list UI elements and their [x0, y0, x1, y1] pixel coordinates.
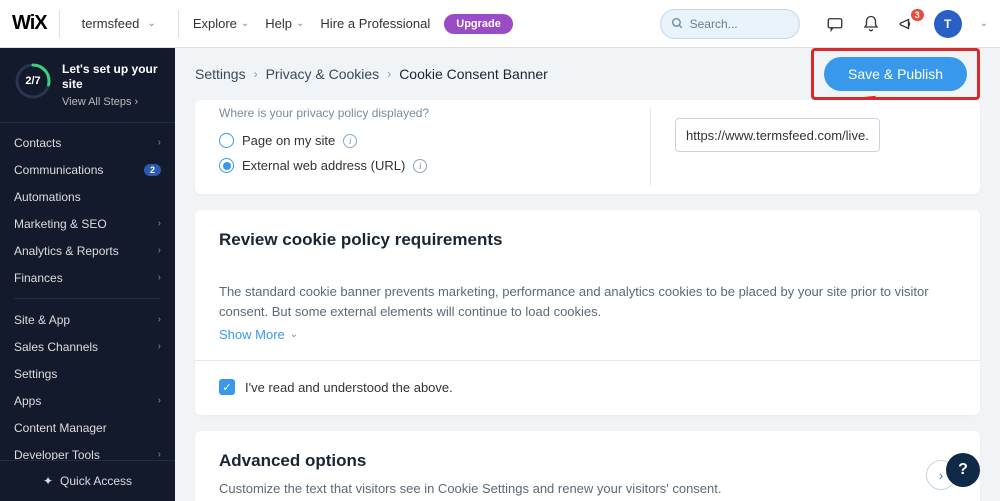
- separator: [14, 298, 161, 299]
- chevron-down-icon: ⌄: [980, 18, 988, 29]
- chevron-right-icon: ›: [158, 245, 161, 256]
- bell-icon[interactable]: [862, 15, 880, 33]
- confirm-checkbox-row[interactable]: ✓ I've read and understood the above.: [219, 379, 956, 395]
- info-icon[interactable]: i: [343, 134, 357, 148]
- privacy-policy-card: Where is your privacy policy displayed? …: [195, 100, 980, 194]
- search-input[interactable]: Search...: [660, 9, 800, 39]
- sidebar-item-settings[interactable]: Settings: [0, 360, 175, 387]
- card-text: The standard cookie banner prevents mark…: [219, 282, 956, 321]
- chevron-right-icon: ›: [387, 67, 391, 81]
- help-link[interactable]: Help⌄: [263, 10, 306, 37]
- sidebar-item-contacts[interactable]: Contacts›: [0, 129, 175, 156]
- chevron-right-icon: ›: [158, 218, 161, 229]
- progress-text: 2/7: [14, 62, 52, 100]
- sidebar-item-content-manager[interactable]: Content Manager: [0, 414, 175, 441]
- hire-link[interactable]: Hire a Professional: [318, 10, 432, 37]
- breadcrumb-privacy[interactable]: Privacy & Cookies: [266, 66, 380, 82]
- breadcrumb-current: Cookie Consent Banner: [399, 66, 548, 82]
- main: Settings › Privacy & Cookies › Cookie Co…: [175, 48, 1000, 501]
- save-publish-button[interactable]: Save & Publish: [824, 57, 967, 91]
- card-text: Customize the text that visitors see in …: [219, 479, 722, 499]
- chevron-right-icon: ›: [939, 467, 944, 483]
- sidebar-item-site-app[interactable]: Site & App›: [0, 306, 175, 333]
- advanced-options-card: Advanced options Customize the text that…: [195, 431, 980, 501]
- radio-external-url[interactable]: External web address (URL) i: [219, 153, 956, 178]
- info-icon[interactable]: i: [413, 159, 427, 173]
- avatar[interactable]: T: [934, 10, 962, 38]
- announce-icon[interactable]: 3: [898, 15, 916, 33]
- notif-badge: 3: [911, 9, 924, 21]
- review-requirements-card: Review cookie policy requirements The st…: [195, 210, 980, 415]
- sidebar-item-marketing[interactable]: Marketing & SEO›: [0, 210, 175, 237]
- radio-icon: [219, 133, 234, 148]
- site-name: termsfeed: [82, 16, 140, 31]
- show-more-link[interactable]: Show More⌄: [219, 327, 956, 342]
- chevron-right-icon: ›: [158, 137, 161, 148]
- chevron-right-icon: ›: [158, 395, 161, 406]
- sidebar-item-automations[interactable]: Automations: [0, 183, 175, 210]
- chevron-down-icon: ⌄: [241, 18, 249, 29]
- chevron-down-icon: ⌄: [147, 18, 155, 29]
- explore-link[interactable]: Explore⌄: [191, 10, 251, 37]
- sidebar-item-developer-tools[interactable]: Developer Tools›: [0, 441, 175, 460]
- sidebar: 2/7 Let's set up your site View All Step…: [0, 48, 175, 501]
- sidebar-item-communications[interactable]: Communications2: [0, 156, 175, 183]
- divider: [195, 360, 980, 361]
- sidebar-item-finances[interactable]: Finances›: [0, 264, 175, 291]
- radio-icon: [219, 158, 234, 173]
- chevron-right-icon: ›: [158, 341, 161, 352]
- search-icon: [671, 17, 684, 30]
- sidebar-item-apps[interactable]: Apps›: [0, 387, 175, 414]
- sidebar-item-sales-channels[interactable]: Sales Channels›: [0, 333, 175, 360]
- badge: 2: [144, 164, 161, 176]
- progress-ring: 2/7: [14, 62, 52, 100]
- setup-panel[interactable]: 2/7 Let's set up your site View All Step…: [0, 48, 175, 123]
- chevron-right-icon: ›: [158, 314, 161, 325]
- nav: Contacts› Communications2 Automations Ma…: [0, 123, 175, 460]
- view-all-steps-link[interactable]: View All Steps›: [62, 96, 161, 108]
- divider: [178, 10, 179, 38]
- highlight-annotation: Save & Publish: [811, 48, 980, 100]
- chevron-down-icon: ⌄: [296, 18, 304, 29]
- divider: [59, 10, 60, 38]
- search-placeholder: Search...: [690, 17, 738, 31]
- divider: [650, 108, 651, 186]
- breadcrumb-settings[interactable]: Settings: [195, 66, 246, 82]
- help-fab[interactable]: ?: [946, 453, 980, 487]
- wix-logo[interactable]: WiX: [12, 12, 47, 35]
- setup-title: Let's set up your site: [62, 62, 161, 92]
- upgrade-button[interactable]: Upgrade: [444, 14, 513, 34]
- site-selector[interactable]: termsfeed ⌄: [72, 12, 166, 35]
- top-icons: 3 T ⌄: [826, 10, 988, 38]
- sparkle-icon: ✦: [43, 474, 53, 488]
- page-header: Settings › Privacy & Cookies › Cookie Co…: [175, 48, 1000, 100]
- chevron-right-icon: ›: [158, 272, 161, 283]
- quick-access-button[interactable]: ✦ Quick Access: [0, 460, 175, 501]
- sidebar-item-analytics[interactable]: Analytics & Reports›: [0, 237, 175, 264]
- chevron-right-icon: ›: [254, 67, 258, 81]
- top-bar: WiX termsfeed ⌄ Explore⌄ Help⌄ Hire a Pr…: [0, 0, 1000, 48]
- card-title: Advanced options: [219, 451, 722, 471]
- chevron-right-icon: ›: [135, 96, 139, 108]
- checkbox-checked-icon[interactable]: ✓: [219, 379, 235, 395]
- content-area: Where is your privacy policy displayed? …: [175, 100, 1000, 501]
- chevron-down-icon: ⌄: [290, 329, 298, 340]
- chat-icon[interactable]: [826, 15, 844, 33]
- chevron-right-icon: ›: [158, 449, 161, 460]
- url-input[interactable]: [675, 118, 880, 152]
- card-title: Review cookie policy requirements: [219, 230, 956, 250]
